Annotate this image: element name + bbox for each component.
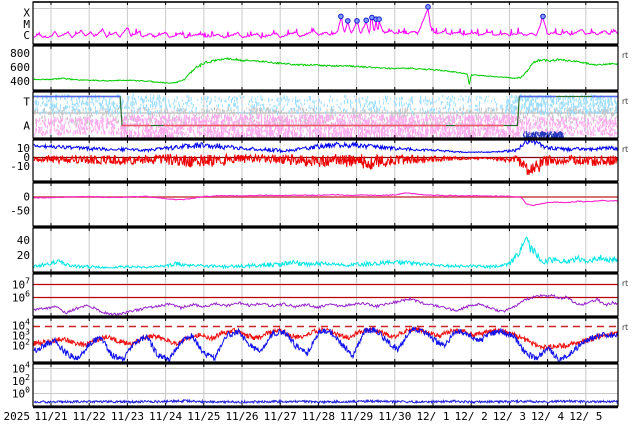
chart-container: XMC800600400rtTArt100-10rt0-504020107106… bbox=[0, 0, 634, 424]
flare-event-marker bbox=[541, 14, 546, 19]
panel-wind-speed bbox=[34, 46, 619, 90]
date-label: 11/24 bbox=[149, 410, 182, 423]
flare-event-marker bbox=[346, 19, 351, 24]
y-axis-label: 20 bbox=[17, 249, 30, 262]
date-label: 11/26 bbox=[225, 410, 258, 423]
y-axis-label: 400 bbox=[10, 75, 30, 88]
rt-label: rt bbox=[622, 145, 628, 154]
panel-border bbox=[33, 364, 618, 406]
flare-event-marker bbox=[339, 14, 344, 19]
date-label: 12/ 1 bbox=[416, 410, 449, 423]
proton-density bbox=[34, 237, 619, 268]
rt-label: rt bbox=[622, 279, 628, 288]
date-label: 12/ 5 bbox=[569, 410, 602, 423]
solar-geophysical-activity-chart: XMC800600400rtTArt100-10rt0-504020107106… bbox=[0, 0, 634, 424]
y-axis-label: T bbox=[23, 96, 30, 109]
dst-index bbox=[34, 193, 619, 206]
date-label: 11/23 bbox=[111, 410, 144, 423]
panel-density bbox=[34, 228, 619, 272]
flare-event-marker bbox=[426, 5, 431, 10]
rt-label: rt bbox=[622, 323, 628, 332]
panel-border bbox=[33, 46, 618, 90]
flare-event-marker bbox=[355, 19, 360, 24]
panel-xray-flux bbox=[33, 2, 618, 44]
y-axis-label: 106 bbox=[12, 289, 30, 304]
date-label: 12/ 3 bbox=[493, 410, 526, 423]
flare-event-marker bbox=[377, 17, 382, 22]
scatter-band bbox=[166, 95, 464, 115]
date-label: 11/21 bbox=[34, 410, 67, 423]
y-axis-label: C bbox=[23, 29, 30, 42]
scatter-band bbox=[120, 114, 522, 146]
panel-magnetic-field bbox=[33, 139, 618, 181]
y-axis-label: 0 bbox=[23, 191, 30, 204]
panel-high-energy-flux bbox=[33, 274, 618, 316]
panel-mid-energy-flux bbox=[33, 318, 618, 362]
panel-border bbox=[33, 274, 618, 316]
date-label: 11/25 bbox=[187, 410, 220, 423]
y-axis-label: 40 bbox=[17, 234, 30, 247]
y-axis-label: -50 bbox=[10, 205, 30, 218]
y-axis-label: 800 bbox=[10, 47, 30, 60]
year-label: 2025 bbox=[4, 410, 31, 423]
panel-low-energy-flux bbox=[33, 364, 618, 406]
y-axis-label: 102 bbox=[12, 337, 30, 352]
date-label: 11/29 bbox=[340, 410, 373, 423]
y-axis-label: A bbox=[23, 120, 30, 133]
scatter-band bbox=[34, 117, 120, 137]
y-axis-label: 600 bbox=[10, 61, 30, 74]
date-label: 12/ 4 bbox=[531, 410, 564, 423]
xray-long bbox=[34, 9, 619, 39]
date-label: 11/28 bbox=[302, 410, 335, 423]
background-flux bbox=[34, 400, 619, 403]
flare-event-marker bbox=[364, 18, 369, 23]
solar-wind-speed bbox=[34, 58, 619, 85]
date-label: 11/27 bbox=[264, 410, 297, 423]
y-axis-label: 100 bbox=[12, 385, 30, 400]
date-label: 11/22 bbox=[73, 410, 106, 423]
bt-total-field bbox=[34, 139, 619, 153]
panel-storm-index bbox=[33, 183, 618, 226]
rt-label: rt bbox=[622, 97, 628, 106]
rt-label: rt bbox=[622, 51, 628, 60]
y-axis-label: -10 bbox=[10, 160, 30, 173]
date-label: 12/ 2 bbox=[455, 410, 488, 423]
date-label: 11/30 bbox=[378, 410, 411, 423]
flux-blue bbox=[34, 328, 619, 362]
